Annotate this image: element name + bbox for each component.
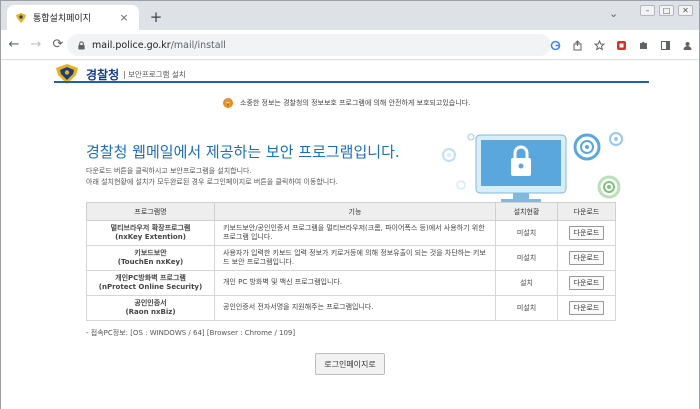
download-cell: 다운로드 [557, 245, 616, 271]
url-path: /mail/install [170, 39, 226, 51]
program-desc: 사용자가 입력한 키보드 입력 정보가 키로거등에 의해 정보유출이 되는 것을… [214, 245, 496, 271]
address-bar[interactable]: mail.police.go.kr /mail/install [67, 34, 551, 56]
download-button[interactable]: 다운로드 [568, 226, 605, 240]
program-name-en: (Raon nxBiz) [125, 308, 176, 316]
active-tab[interactable]: 통합설치페이지 × [7, 5, 139, 30]
program-name-en: (TouchEn nxKey) [117, 258, 184, 266]
lock-icon: 🔒 [223, 98, 233, 108]
page-content: 경찰청 | 보안프로그램 설치 🔒 소중한 정보는 경찰청의 정보보호 프로그램… [1, 61, 699, 409]
url-host: mail.police.go.kr [92, 39, 171, 51]
security-illustration-icon [442, 132, 623, 202]
table-row: 공인인증서 (Raon nxBiz) 공인인증서 전자서명을 지원해주는 프로그램… [86, 295, 616, 321]
header-rule [54, 81, 649, 83]
pc-info: - 접속PC정보: [OS : WINDOWS / 64] [Browser :… [86, 329, 296, 337]
sidepanel-icon[interactable] [659, 39, 671, 51]
star-icon[interactable] [593, 39, 605, 51]
profile-icon[interactable] [681, 39, 693, 51]
program-name-en: (nProtect Online Security) [98, 283, 203, 291]
col-download: 다운로드 [557, 202, 616, 221]
table-row: 키보드보안 (TouchEn nxKey) 사용자가 입력한 키보드 입력 정보가… [86, 245, 616, 271]
lock-icon [78, 40, 85, 50]
program-desc: 공인인증서 전자서명을 지원해주는 프로그램입니다. [214, 295, 496, 321]
google-icon[interactable] [549, 39, 561, 51]
table-row: 개인PC방화벽 프로그램 (nProtect Online Security) 개… [86, 270, 616, 296]
program-name-cell: 개인PC방화벽 프로그램 (nProtect Online Security) [86, 270, 215, 296]
table-row: 멀티브라우저 확장프로그램 (nxKey Extention) 키보드보안/공인인… [86, 220, 616, 246]
download-button[interactable]: 다운로드 [568, 301, 605, 315]
download-button[interactable]: 다운로드 [568, 276, 605, 290]
close-window-button[interactable]: ✕ [678, 5, 693, 16]
tab-title: 통합설치페이지 [33, 14, 91, 24]
install-status: 설치 [495, 270, 558, 296]
login-page-button[interactable]: 로그인페이지로 [315, 353, 385, 375]
col-function: 기능 [214, 202, 496, 221]
program-name-cell: 멀티브라우저 확장프로그램 (nxKey Extention) [86, 220, 215, 246]
extensions-puzzle-icon[interactable] [637, 39, 649, 51]
install-status: 미설치 [495, 245, 558, 271]
col-install-status: 설치현황 [495, 202, 558, 221]
table-header-row: 프로그램명 기능 설치현황 다운로드 [86, 202, 616, 221]
window-controls: – □ ✕ [640, 5, 693, 16]
install-status: 미설치 [495, 220, 558, 246]
forward-icon[interactable]: → [27, 37, 45, 52]
instruction-line-2: 아래 설치현황에 설치가 모두완료된 경우 로그인페이지로 버튼을 클릭하여 이… [86, 178, 338, 186]
program-name: 공인인증서 [134, 298, 167, 307]
browser-toolbar: ← → ⟳ mail.police.go.kr /mail/install [1, 30, 699, 60]
back-icon[interactable]: ← [5, 37, 23, 52]
tab-search-icon[interactable]: ⌄ [609, 7, 618, 20]
program-name-cell: 키보드보안 (TouchEn nxKey) [86, 245, 215, 271]
notice-text: 소중한 정보는 경찰청의 정보보호 프로그램에 의해 안전하게 보호되고있습니다… [240, 99, 471, 107]
toolbar-icons [549, 39, 700, 51]
police-favicon-icon [15, 12, 27, 24]
reload-icon[interactable]: ⟳ [49, 37, 67, 52]
header-subtitle: | 보안프로그램 설치 [123, 69, 186, 79]
download-button[interactable]: 다운로드 [568, 251, 605, 265]
tab-close-icon[interactable]: × [117, 11, 131, 24]
program-name-en: (nxKey Extention) [115, 233, 186, 241]
minimize-button[interactable]: – [640, 5, 655, 16]
program-desc: 개인 PC 방화벽 및 백신 프로그램입니다. [214, 270, 496, 296]
share-icon[interactable] [571, 39, 583, 51]
instruction-line-1: 다운로드 버튼을 클릭하시고 보안프로그램을 설치합니다. [86, 167, 252, 175]
program-name-cell: 공인인증서 (Raon nxBiz) [86, 295, 215, 321]
col-program-name: 프로그램명 [86, 202, 215, 221]
program-table: 프로그램명 기능 설치현황 다운로드 멀티브라우저 확장프로그램 (nxKey E… [86, 202, 616, 321]
page-title: 경찰청 웹메일에서 제공하는 보안 프로그램입니다. [86, 143, 400, 161]
download-cell: 다운로드 [557, 295, 616, 321]
program-name: 개인PC방화벽 프로그램 [115, 273, 186, 282]
tab-strip: 통합설치페이지 × + ⌄ – □ ✕ [1, 1, 699, 30]
brand-name: 경찰청 [86, 67, 120, 82]
program-name: 키보드보안 [134, 248, 167, 257]
install-status: 미설치 [495, 295, 558, 321]
extension-red-icon[interactable] [615, 39, 627, 51]
program-desc: 키보드보안/공인인증서 프로그램을 멀티브라우저(크롬, 파이어폭스 등)에서 … [214, 220, 496, 246]
browser-window: 통합설치페이지 × + ⌄ – □ ✕ ← → ⟳ mail.police.go… [0, 0, 700, 409]
download-cell: 다운로드 [557, 270, 616, 296]
maximize-button[interactable]: □ [659, 5, 674, 16]
download-cell: 다운로드 [557, 220, 616, 246]
program-name: 멀티브라우저 확장프로그램 [110, 223, 191, 232]
new-tab-button[interactable]: + [148, 8, 164, 26]
security-notice: 🔒 소중한 정보는 경찰청의 정보보호 프로그램에 의해 안전하게 보호되고있습… [223, 98, 470, 108]
